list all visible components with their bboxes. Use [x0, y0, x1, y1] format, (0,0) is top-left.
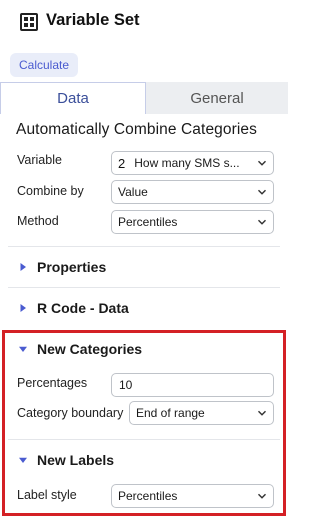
combine-by-label: Combine by: [17, 184, 84, 198]
method-value: Percentiles: [118, 215, 178, 229]
group-properties-label: Properties: [37, 259, 107, 275]
variable-select[interactable]: 2 How many SMS s...: [111, 151, 274, 175]
triangle-right-icon: [16, 301, 30, 315]
combine-by-select[interactable]: Value: [111, 180, 274, 204]
variable-number-badge: 2: [118, 155, 126, 171]
variable-select-value: How many SMS s...: [134, 156, 240, 170]
group-r-code-label: R Code - Data: [37, 300, 129, 316]
chevron-down-icon: [251, 152, 273, 174]
triangle-right-icon: [16, 260, 30, 274]
group-properties[interactable]: Properties: [16, 259, 106, 275]
chevron-down-icon: [251, 211, 273, 233]
calculate-button[interactable]: Calculate: [10, 53, 78, 77]
panel-header: Variable Set: [0, 0, 288, 46]
variable-label: Variable: [17, 153, 62, 167]
method-label: Method: [17, 214, 59, 228]
tab-general[interactable]: General: [146, 82, 288, 114]
group-r-code-data[interactable]: R Code - Data: [16, 300, 129, 316]
grid-icon: [20, 13, 38, 31]
chevron-down-icon: [251, 181, 273, 203]
highlight-annotation-box: [2, 330, 286, 516]
tab-bar: Data General: [0, 82, 288, 114]
tab-data[interactable]: Data: [0, 82, 146, 114]
divider: [8, 287, 280, 288]
panel-title: Variable Set: [46, 11, 140, 29]
divider: [8, 246, 280, 247]
section-title: Automatically Combine Categories: [16, 121, 257, 138]
method-select[interactable]: Percentiles: [111, 210, 274, 234]
combine-by-value: Value: [118, 185, 148, 199]
